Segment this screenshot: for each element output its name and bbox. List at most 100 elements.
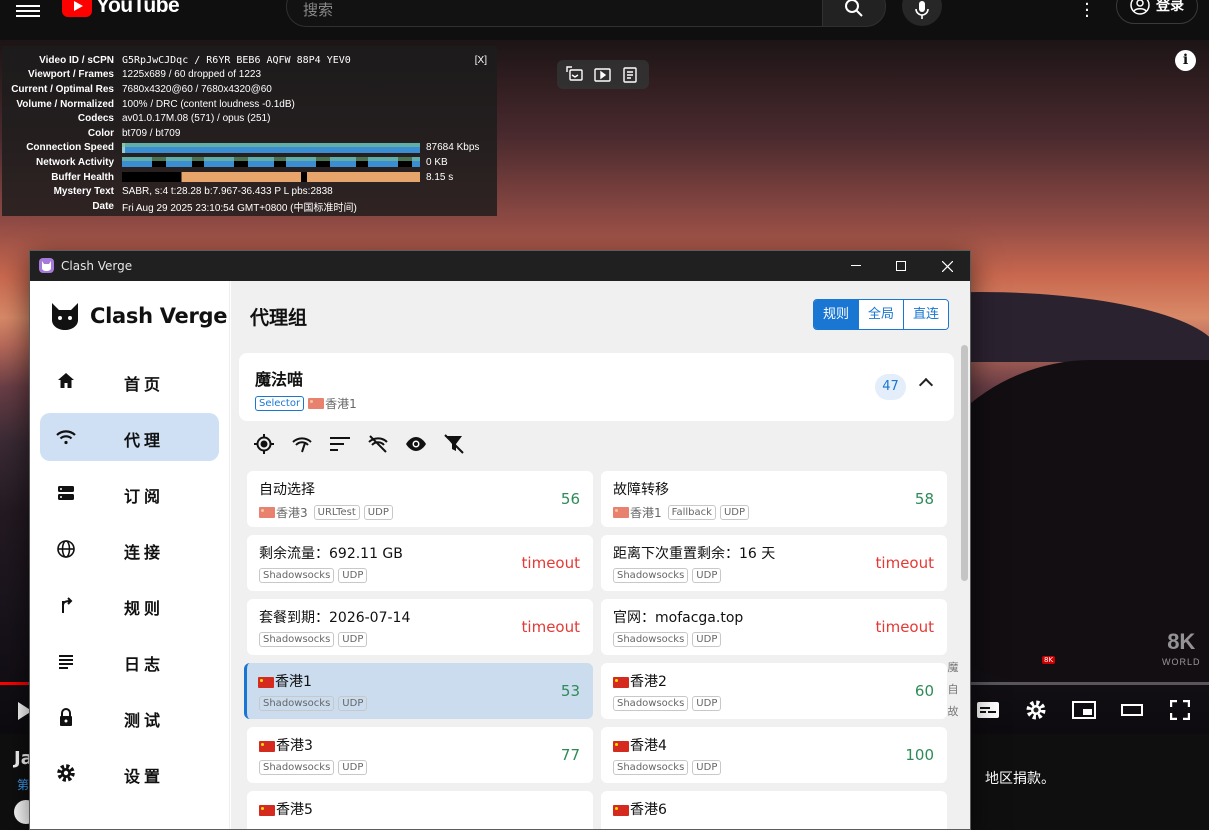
window-titlebar[interactable]: Clash Verge	[30, 251, 970, 281]
record-video-icon[interactable]	[594, 66, 612, 84]
sidebar-item-test[interactable]: 测试	[40, 693, 219, 741]
proxy-card[interactable]: 香港6	[601, 791, 947, 829]
hamburger-menu-icon[interactable]	[16, 2, 40, 22]
stats-key: Date	[92, 200, 114, 212]
mode-rule-button[interactable]: 规则	[814, 300, 859, 329]
settings-gear-icon[interactable]	[1024, 700, 1048, 720]
proxy-delay[interactable]: timeout	[876, 618, 934, 636]
url-off-icon[interactable]	[367, 433, 389, 455]
close-stats-button[interactable]: [X]	[475, 55, 487, 66]
search-input[interactable]: 搜索	[286, 0, 824, 27]
stats-key: Codecs	[77, 113, 114, 125]
stats-row: Color bt709 / bt709	[2, 126, 497, 141]
lock-icon	[60, 708, 72, 726]
miniplayer-icon[interactable]	[1072, 700, 1096, 720]
proxy-name: 套餐到期：2026-07-14	[259, 610, 411, 626]
screenshot-icon[interactable]	[566, 65, 584, 84]
filter-off-icon[interactable]	[443, 433, 465, 455]
search-button[interactable]	[822, 0, 886, 27]
locate-icon[interactable]	[253, 433, 275, 455]
proxy-name: 故障转移	[613, 482, 669, 498]
udp-tag: UDP	[719, 505, 749, 520]
proxy-delay[interactable]: timeout	[522, 554, 580, 572]
proxy-delay[interactable]: 53	[561, 682, 580, 700]
proxy-card[interactable]: 香港2 Shadowsocks UDP 60	[601, 663, 947, 719]
sidebar-item-connections[interactable]: 连接	[40, 525, 219, 573]
watermark-text: 8K	[1167, 629, 1196, 654]
stats-key: Buffer Health	[51, 171, 114, 183]
proxy-card[interactable]: 自动选择 香港3 URLTest UDP 56	[247, 471, 593, 527]
stats-row: Current / Optimal Res 7680x4320@60 / 7680…	[2, 82, 497, 97]
proxy-delay[interactable]: 77	[561, 746, 580, 764]
floating-video-toolbar	[557, 60, 649, 89]
video-description-fragment: 地区捐款。	[985, 771, 1055, 787]
proxy-card[interactable]: 香港5	[247, 791, 593, 829]
group-index-letters[interactable]: 魔自故	[945, 657, 961, 723]
sidebar-item-label: 规则	[124, 599, 165, 618]
proxy-name: 香港3	[259, 735, 313, 755]
udp-tag: UDP	[338, 760, 368, 775]
signin-button[interactable]: 登录	[1116, 0, 1198, 24]
proxy-delay[interactable]: 100	[905, 746, 934, 764]
proxy-tags: Shadowsocks UDP	[259, 632, 371, 647]
udp-tag: UDP	[363, 505, 393, 520]
connection-speed-graph	[122, 142, 420, 153]
youtube-header: YouTube 搜索 · · · 登录	[0, 0, 1209, 40]
flag-icon	[613, 740, 629, 752]
proxy-card[interactable]: 距离下次重置剩余：16 天 Shadowsocks UDP timeout	[601, 535, 947, 591]
sidebar-item-rules[interactable]: 规则	[40, 581, 219, 629]
eye-icon[interactable]	[405, 433, 427, 455]
proxy-group-header[interactable]: 魔法喵 Selector 香港1 47	[239, 353, 954, 421]
proxy-card[interactable]: 香港4 Shadowsocks UDP 100	[601, 727, 947, 783]
proxy-delay[interactable]: 60	[915, 682, 934, 700]
notes-icon[interactable]	[622, 66, 640, 84]
sidebar-item-home[interactable]: 首页	[40, 357, 219, 405]
proxy-delay[interactable]: 56	[561, 490, 580, 508]
youtube-logo-text: YouTube	[96, 0, 180, 17]
udp-tag: UDP	[338, 632, 368, 647]
fullscreen-icon[interactable]	[1168, 700, 1192, 720]
proxy-type-tag: Shadowsocks	[259, 632, 335, 647]
proxy-delay[interactable]: timeout	[876, 554, 934, 572]
mode-direct-button[interactable]: 直连	[903, 300, 949, 329]
channel-watermark: 8K WORLD	[1162, 629, 1201, 672]
sidebar-item-settings[interactable]: 设置	[40, 749, 219, 797]
mode-switch: 规则 全局 直连	[813, 299, 950, 330]
chevron-up-icon[interactable]	[918, 377, 934, 393]
sort-icon[interactable]	[329, 433, 351, 455]
proxy-type-tag: Shadowsocks	[259, 696, 335, 711]
proxy-card-selected[interactable]: 香港1 Shadowsocks UDP 53	[244, 663, 593, 719]
stats-key: Current / Optimal Res	[11, 83, 114, 95]
sidebar-item-label: 首页	[124, 375, 165, 394]
theater-mode-icon[interactable]	[1120, 700, 1144, 720]
proxy-delay[interactable]: 58	[915, 490, 934, 508]
maximize-button[interactable]	[878, 251, 924, 281]
network-check-icon[interactable]	[291, 433, 313, 455]
sidebar-item-label: 连接	[124, 543, 165, 562]
mode-global-button[interactable]: 全局	[858, 300, 904, 329]
youtube-logo[interactable]: YouTube	[62, 0, 180, 18]
proxy-card[interactable]: 剩余流量：692.11 GB Shadowsocks UDP timeout	[247, 535, 593, 591]
sidebar-item-proxy[interactable]: 代理	[40, 413, 219, 461]
proxy-tags: 香港1 Fallback UDP	[613, 504, 753, 521]
stats-row: Buffer Health 8.15 s	[2, 170, 497, 185]
proxy-name: 香港2	[613, 671, 667, 691]
proxy-card[interactable]: 套餐到期：2026-07-14 Shadowsocks UDP timeout	[247, 599, 593, 655]
proxy-card[interactable]: 官网：mofacga.top Shadowsocks UDP timeout	[601, 599, 947, 655]
proxy-delay[interactable]: timeout	[522, 618, 580, 636]
minimize-button[interactable]	[833, 251, 879, 281]
proxy-card[interactable]: 香港3 Shadowsocks UDP 77	[247, 727, 593, 783]
sidebar-item-logs[interactable]: 日志	[40, 637, 219, 685]
more-options-icon[interactable]: · · ·	[1082, 0, 1092, 26]
sidebar-item-subscriptions[interactable]: 订阅	[40, 469, 219, 517]
stats-for-nerds-panel: [X] Video ID / sCPN G5RpJwCJDqc / R6YR BE…	[2, 46, 497, 216]
info-icon[interactable]: i	[1175, 50, 1196, 71]
player-controls-right	[976, 700, 1192, 720]
sidebar-item-label: 日志	[124, 655, 165, 674]
subtitles-icon[interactable]	[976, 700, 1000, 720]
close-button[interactable]	[924, 251, 970, 281]
proxy-card[interactable]: 故障转移 香港1 Fallback UDP 58	[601, 471, 947, 527]
flag-icon	[613, 676, 629, 688]
voice-search-button[interactable]	[902, 0, 942, 26]
scrollbar[interactable]	[961, 345, 968, 581]
